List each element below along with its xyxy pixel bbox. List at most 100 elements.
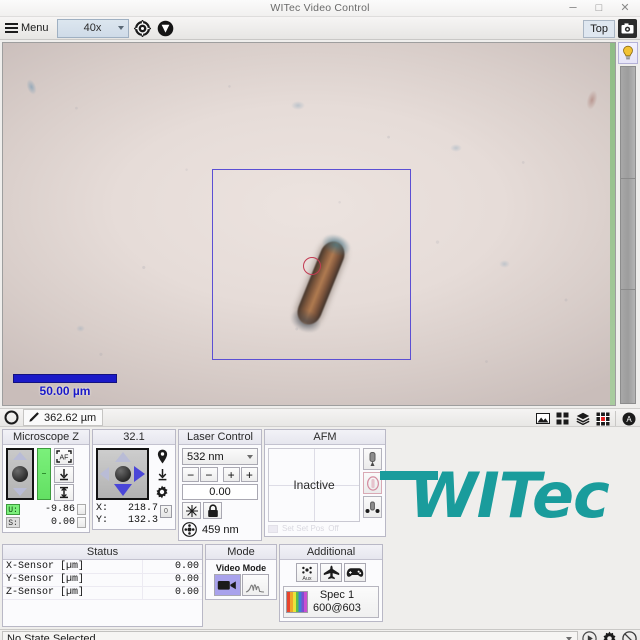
z-user-tag: U: (6, 504, 20, 515)
light-bulb-button[interactable] (618, 42, 638, 64)
table-row[interactable]: X-Sensor [µm] 0.00 (3, 560, 202, 574)
laser-power-field[interactable]: 0.00 (182, 484, 258, 500)
camera-settings-button[interactable] (618, 19, 637, 38)
video-camera-icon (217, 581, 236, 590)
autofocus-gear-button[interactable]: A (619, 410, 638, 427)
arrow-up-icon[interactable] (114, 452, 131, 462)
spectrometer-card[interactable]: Spec 1 600@603 (283, 586, 379, 618)
marker-position-button[interactable] (152, 448, 172, 464)
z-joystick[interactable] (6, 448, 34, 500)
aux-button[interactable]: Aux (296, 563, 318, 582)
laser-increase-fine-button[interactable]: + (222, 467, 240, 482)
record-target-icon (595, 411, 610, 426)
arrow-left-icon[interactable] (100, 467, 109, 481)
autofocus-gear-icon: A (622, 412, 635, 425)
top-view-tab-label: Top (590, 22, 608, 35)
layers-button[interactable] (573, 410, 592, 427)
x-label: X: (96, 502, 109, 514)
laser-lock-button[interactable] (203, 502, 222, 519)
circle-shape-button[interactable] (2, 409, 21, 426)
maximize-button[interactable]: □ (586, 0, 612, 17)
light-bulb-icon (623, 45, 633, 60)
laser-spot-marker[interactable] (303, 257, 321, 275)
afm-panel: AFM Inactive Set Set Pos Off (264, 429, 386, 537)
panel-row-top: Microscope Z AF U: -9.86 S: 0.00 32.1 X:… (2, 429, 386, 541)
arrow-right-icon[interactable] (134, 466, 145, 482)
arrow-down-icon[interactable] (13, 488, 27, 496)
pencil-measure-icon (29, 412, 39, 422)
image-button[interactable] (533, 410, 552, 427)
laser-wavelength-select[interactable]: 532 nm (182, 448, 258, 465)
mode-body: Video Mode (206, 560, 276, 599)
top-view-tab[interactable]: Top (583, 19, 615, 38)
disable-state-button[interactable] (621, 630, 638, 640)
status-body: X-Sensor [µm] 0.00 Y-Sensor [µm] 0.00 Z-… (3, 560, 202, 626)
laser-increase-coarse-button[interactable]: + (240, 467, 258, 482)
bottom-statusbar: No State Selected (0, 628, 640, 640)
objective-select[interactable]: 40x (56, 18, 129, 38)
image-icon (535, 413, 550, 424)
afm-body: Inactive Set Set Pos Off (265, 445, 385, 536)
debris-spot (584, 89, 600, 112)
state-select[interactable]: No State Selected (2, 630, 578, 640)
crosshair-target-button[interactable] (133, 19, 152, 38)
fast-move-button[interactable] (320, 563, 342, 582)
lock-icon (207, 503, 218, 517)
xy-joystick[interactable] (96, 448, 149, 500)
z-readout-row: U: -9.86 (6, 503, 86, 516)
arrow-up-icon[interactable] (13, 452, 27, 460)
view-tools-group: A (533, 410, 638, 427)
spectrometer-detail: 600@603 (313, 602, 361, 614)
laser-decrease-coarse-button[interactable]: − (182, 467, 200, 482)
laser-align-button[interactable] (182, 502, 201, 519)
laser-status-value: 459 nm (202, 523, 239, 536)
joystick-knob[interactable] (114, 466, 131, 482)
menu-button[interactable]: Menu (3, 19, 53, 38)
illumination-slider[interactable] (620, 66, 636, 404)
menu-button-label: Menu (21, 22, 49, 34)
table-row[interactable]: Z-Sensor [µm] 0.00 (3, 586, 202, 600)
video-mode-button[interactable] (213, 574, 241, 596)
close-button[interactable]: ✕ (612, 0, 638, 17)
video-toggle-button[interactable] (156, 19, 175, 38)
laser-step-buttons: − − + + (182, 467, 258, 482)
afm-center-icon (365, 501, 380, 513)
debris-spot (76, 325, 86, 333)
stage-settings-button[interactable] (152, 484, 172, 500)
status-panel: Status X-Sensor [µm] 0.00 Y-Sensor [µm] … (2, 544, 203, 627)
svg-text:Aux: Aux (302, 576, 312, 581)
autofocus-button[interactable]: AF (54, 448, 74, 465)
afm-state-display[interactable]: Inactive (268, 448, 360, 522)
panel-row-bottom: Status X-Sensor [µm] 0.00 Y-Sensor [µm] … (2, 544, 386, 627)
z-approach-button[interactable] (54, 466, 74, 483)
laser-decrease-fine-button[interactable]: − (200, 467, 218, 482)
video-canvas[interactable]: 50.00 µm (2, 42, 616, 406)
run-state-button[interactable] (581, 630, 598, 640)
afm-tip-approach-button[interactable] (363, 448, 382, 470)
state-select-value: No State Selected (7, 632, 96, 640)
z-position-bar[interactable] (37, 448, 51, 500)
joystick-knob[interactable] (12, 466, 28, 482)
z-limit-button[interactable] (54, 484, 74, 501)
map-pin-icon (157, 449, 167, 463)
arrow-down-icon[interactable] (113, 484, 132, 496)
xy-zero-button[interactable]: 0 (160, 505, 172, 518)
mode-panel: Mode Video Mode (205, 544, 277, 600)
measure-readout[interactable]: 362.62 µm (23, 409, 104, 426)
state-settings-button[interactable] (601, 630, 618, 640)
record-target-button[interactable] (593, 410, 612, 427)
circle-shape-icon (4, 410, 19, 425)
z-user-step-button[interactable] (77, 504, 86, 515)
minimize-button[interactable]: – (560, 0, 586, 17)
gamepad-button[interactable] (344, 563, 366, 582)
table-row[interactable]: Y-Sensor [µm] 0.00 (3, 573, 202, 587)
z-sample-step-button[interactable] (77, 517, 86, 528)
laser-status-icon[interactable] (182, 522, 197, 537)
debris-spot (290, 100, 305, 110)
afm-center-button[interactable] (363, 496, 382, 518)
spectrum-icon (245, 583, 265, 593)
y-label: Y: (96, 514, 109, 526)
grid-button[interactable] (553, 410, 572, 427)
spectrum-mode-button[interactable] (241, 574, 269, 596)
move-down-button[interactable] (152, 466, 172, 482)
